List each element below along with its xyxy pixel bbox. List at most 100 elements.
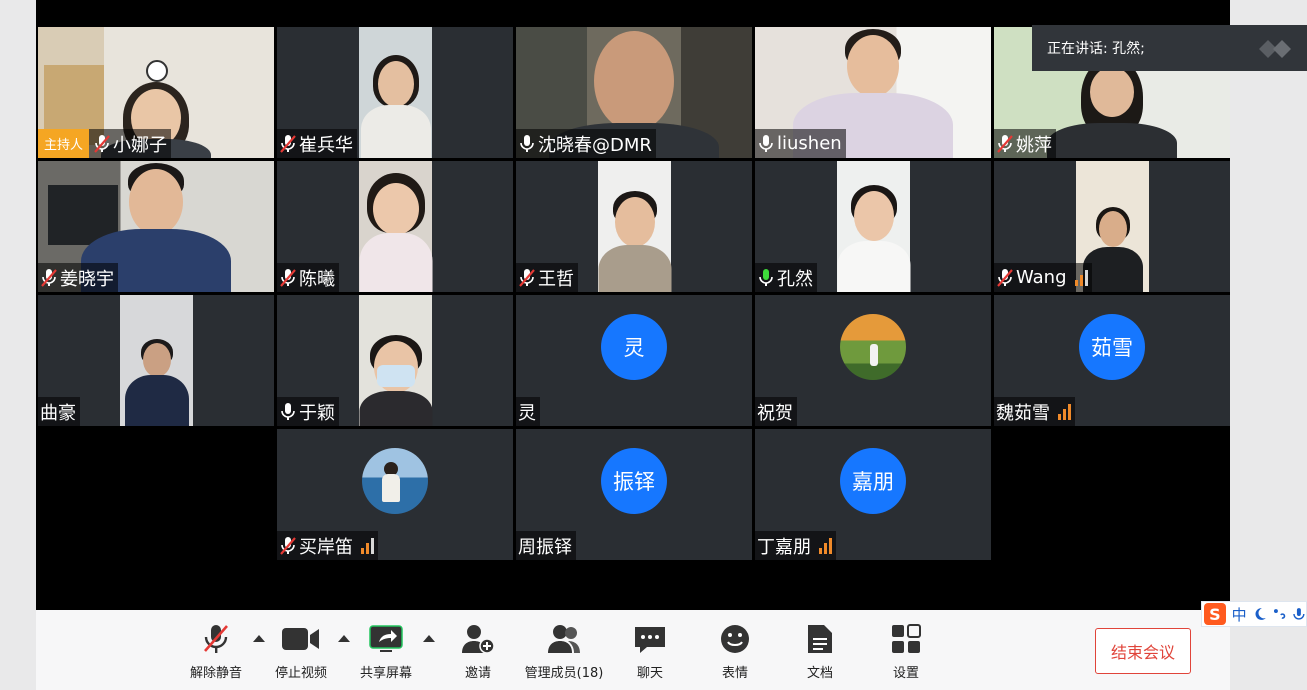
participant-tile[interactable]: 振铎 周振铎 <box>516 429 752 560</box>
moon-icon <box>1255 608 1266 620</box>
mic-muted-icon <box>279 134 297 154</box>
participant-tile[interactable]: 祝贺 <box>755 295 991 426</box>
avatar: 茹雪 <box>1079 314 1145 380</box>
participant-label: 孔然 <box>755 263 817 292</box>
participant-label: 沈晓春@DMR <box>516 129 656 158</box>
participant-video <box>120 295 193 426</box>
participant-tile[interactable]: 于颖 <box>277 295 513 426</box>
avatar <box>362 448 428 514</box>
signal-strength-icon <box>1074 269 1088 286</box>
avatar <box>840 314 906 380</box>
chat-button[interactable]: 聊天 <box>605 622 695 681</box>
mic-icon <box>279 402 297 422</box>
participant-label: 姚萍 <box>994 129 1056 158</box>
participant-name: Wang <box>1016 267 1067 288</box>
stop-video-button[interactable]: 停止视频 <box>256 622 346 681</box>
participant-tile[interactable]: 嘉朋 丁嘉朋 <box>755 429 991 560</box>
participant-name: 小娜子 <box>113 134 168 156</box>
emoji-icon <box>715 622 755 656</box>
participant-label: 买岸笛 <box>277 531 378 560</box>
participant-label: 魏茹雪 <box>994 397 1075 426</box>
participant-name: 丁嘉朋 <box>757 536 811 558</box>
participant-name: 祝贺 <box>757 402 793 424</box>
document-icon <box>800 622 840 656</box>
participant-name: 崔兵华 <box>299 134 353 156</box>
host-badge: 主持人 <box>38 129 90 158</box>
add-user-icon <box>458 622 498 656</box>
docs-button[interactable]: 文档 <box>775 622 865 681</box>
avatar: 嘉朋 <box>840 448 906 514</box>
participant-name: 沈晓春@DMR <box>538 134 652 156</box>
participant-label: 曲豪 <box>38 397 80 426</box>
mic-muted-icon <box>996 268 1014 288</box>
participant-label: 周振铎 <box>516 531 576 560</box>
punctuation-icon <box>1274 609 1286 619</box>
ime-mode: 中 <box>1231 605 1247 624</box>
invite-button[interactable]: 邀请 <box>433 622 523 681</box>
mic-active-icon <box>757 268 775 288</box>
participant-tile[interactable]: 曲豪 <box>38 295 274 426</box>
settings-grid-icon <box>886 622 926 656</box>
members-icon <box>544 622 584 656</box>
end-meeting-button[interactable]: 结束会议 <box>1095 628 1191 674</box>
participant-video <box>359 27 432 158</box>
video-gallery: 主持人 小娜子 崔兵华 沈晓春@DMR liushen 姚萍 姜晓宇 陈曦 王哲… <box>36 0 1230 610</box>
mic-muted-icon <box>518 268 536 288</box>
participant-name: 姚萍 <box>1016 134 1052 156</box>
mic-muted-icon <box>93 134 111 154</box>
participant-label: Wang <box>994 263 1092 292</box>
participant-tile[interactable]: 孔然 <box>755 161 991 292</box>
participant-name: 姜晓宇 <box>60 268 114 290</box>
meeting-window: 主持人 小娜子 崔兵华 沈晓春@DMR liushen 姚萍 姜晓宇 陈曦 王哲… <box>36 0 1230 690</box>
participant-tile[interactable]: Wang <box>994 161 1230 292</box>
mic-muted-icon <box>279 268 297 288</box>
meeting-toolbar: 解除静音 停止视频 共享屏幕 邀请 管理成员(18) 聊天 表情 文档 设置 结… <box>36 610 1230 690</box>
wall-clock <box>146 60 168 82</box>
participant-name: 于颖 <box>299 402 335 424</box>
participant-tile[interactable]: liushen <box>755 27 991 158</box>
voice-icon <box>1293 608 1305 620</box>
participant-video <box>837 161 910 292</box>
participant-tile[interactable]: 王哲 <box>516 161 752 292</box>
sogou-ime-icon: S <box>1204 603 1226 625</box>
share-screen-icon <box>366 622 406 656</box>
signal-strength-icon <box>1058 403 1071 420</box>
participant-tile[interactable]: 灵 灵 <box>516 295 752 426</box>
active-speaker-banner: 正在讲话: 孔然; <box>1032 25 1307 71</box>
participant-tile[interactable]: 姜晓宇 <box>38 161 274 292</box>
avatar: 振铎 <box>601 448 667 514</box>
participant-label: 王哲 <box>516 263 578 292</box>
participant-tile[interactable]: 陈曦 <box>277 161 513 292</box>
chat-icon <box>630 622 670 656</box>
participant-video <box>359 295 432 426</box>
reactions-button[interactable]: 表情 <box>690 622 780 681</box>
participant-name: 灵 <box>518 402 536 424</box>
participant-tile[interactable]: 沈晓春@DMR <box>516 27 752 158</box>
left-gutter <box>0 0 36 690</box>
participant-label: 陈曦 <box>277 263 339 292</box>
participant-label: 灵 <box>516 397 540 426</box>
mic-icon <box>757 134 775 154</box>
participant-tile[interactable]: 主持人 小娜子 <box>38 27 274 158</box>
ime-toolbar[interactable]: S 中 <box>1201 601 1307 627</box>
mic-muted-icon <box>996 134 1014 154</box>
participant-name: 周振铎 <box>518 536 572 558</box>
unmute-button[interactable]: 解除静音 <box>171 622 261 681</box>
participant-name: 王哲 <box>538 268 574 290</box>
participant-label: 崔兵华 <box>277 129 357 158</box>
participant-name: 曲豪 <box>40 402 76 424</box>
participant-tile[interactable]: 崔兵华 <box>277 27 513 158</box>
participant-label: 丁嘉朋 <box>755 531 836 560</box>
participant-name: 陈曦 <box>299 268 335 290</box>
participant-label: 主持人 小娜子 <box>38 129 172 158</box>
active-speaker-text: 正在讲话: 孔然; <box>1047 41 1145 57</box>
avatar: 灵 <box>601 314 667 380</box>
participant-tile[interactable]: 买岸笛 <box>277 429 513 560</box>
participant-label: 于颖 <box>277 397 339 426</box>
participant-name: 买岸笛 <box>299 536 353 558</box>
manage-members-button[interactable]: 管理成员(18) <box>519 622 609 681</box>
mic-muted-icon <box>279 536 297 556</box>
participant-tile[interactable]: 茹雪 魏茹雪 <box>994 295 1230 426</box>
share-screen-button[interactable]: 共享屏幕 <box>341 622 431 681</box>
settings-button[interactable]: 设置 <box>861 622 951 681</box>
